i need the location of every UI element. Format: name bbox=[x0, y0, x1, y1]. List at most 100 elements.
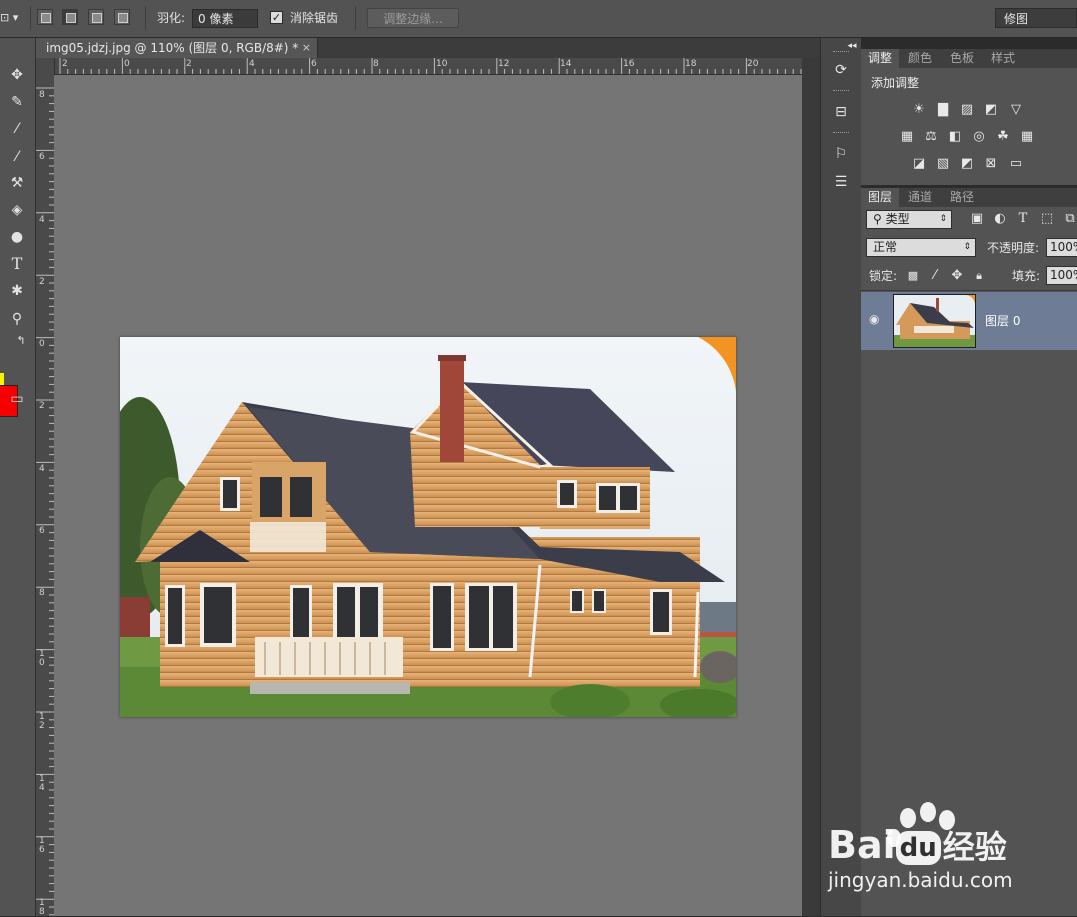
invert-icon[interactable]: ◪ bbox=[911, 157, 927, 171]
blend-mode-select[interactable]: 正常 ⇕ bbox=[866, 238, 976, 257]
screen-mode-icon[interactable]: ▭ bbox=[6, 388, 28, 410]
eyedropper-tool-icon[interactable]: ⁄ bbox=[6, 118, 28, 140]
color-balance-icon[interactable]: ⚖ bbox=[923, 130, 939, 144]
document-tab-title: img05.jdzj.jpg @ 110% (图层 0, RGB/8#) * bbox=[46, 41, 299, 55]
photo-filter-icon[interactable]: ◎ bbox=[971, 130, 987, 144]
adjustments-panel-tabs: 调整 颜色 色板 样式 bbox=[861, 49, 1077, 68]
tab-swatches[interactable]: 色板 bbox=[943, 49, 981, 68]
tool-presets-icon[interactable]: ☰ bbox=[831, 172, 851, 192]
history-icon[interactable]: ⟳ bbox=[831, 60, 851, 80]
tab-channels[interactable]: 通道 bbox=[901, 188, 939, 207]
ruler-label: 8 bbox=[39, 588, 45, 598]
lock-all-icon[interactable]: 🔒︎ bbox=[971, 269, 987, 283]
subtract-from-selection-button[interactable] bbox=[88, 9, 104, 25]
filter-image-icon[interactable]: ▣ bbox=[969, 212, 985, 226]
new-selection-button[interactable] bbox=[37, 9, 53, 25]
document-tab[interactable]: img05.jdzj.jpg @ 110% (图层 0, RGB/8#) * × bbox=[36, 38, 318, 58]
ruler-label: 1 0 bbox=[39, 649, 45, 668]
tool-preset-chevron-icon[interactable]: ⊡ ▾ bbox=[0, 8, 18, 28]
ruler-label: 1 6 bbox=[39, 836, 45, 855]
tab-layers[interactable]: 图层 bbox=[861, 188, 900, 207]
tab-styles[interactable]: 样式 bbox=[984, 49, 1022, 68]
layer-name[interactable]: 图层 0 bbox=[985, 312, 1020, 329]
ruler-label: 10 bbox=[436, 59, 448, 69]
ruler-label: 20 bbox=[747, 59, 759, 69]
properties-icon[interactable]: ⊟ bbox=[831, 102, 851, 122]
ruler-label: 4 bbox=[39, 215, 45, 225]
ruler-label: 2 bbox=[186, 59, 192, 69]
ruler-label: 2 bbox=[39, 277, 45, 287]
add-to-selection-button[interactable] bbox=[62, 9, 78, 25]
ruler-label: 16 bbox=[623, 59, 635, 69]
tab-adjustments[interactable]: 调整 bbox=[861, 49, 900, 68]
intersect-selection-button[interactable] bbox=[114, 9, 130, 25]
threshold-icon[interactable]: ◩ bbox=[959, 157, 975, 171]
brightness-contrast-icon[interactable]: ☀ bbox=[911, 103, 927, 117]
refine-edge-button[interactable]: 调整边缘... bbox=[367, 8, 459, 28]
drag-grip[interactable] bbox=[833, 132, 849, 135]
swap-colors-icon[interactable]: ↰ bbox=[10, 330, 32, 352]
paint-bucket-tool-icon[interactable]: ◈ bbox=[6, 199, 28, 221]
watermark-brand: Bai bbox=[828, 823, 896, 867]
levels-icon[interactable]: ▇ bbox=[935, 103, 951, 117]
baidu-jingyan-watermark: Bai du 经验 jingyan.baidu.com bbox=[828, 800, 1028, 900]
divider bbox=[861, 290, 1077, 291]
selective-color-icon[interactable]: ⊠ bbox=[983, 157, 999, 171]
watermark-brand-du: du bbox=[895, 830, 941, 865]
layer-row[interactable]: ◉ 图层 0 bbox=[861, 292, 1077, 350]
tab-paths[interactable]: 路径 bbox=[943, 188, 981, 207]
filter-adjustment-icon[interactable]: ◐ bbox=[992, 212, 1008, 226]
filter-type-icon[interactable]: T bbox=[1015, 212, 1031, 226]
chevron-updown-icon: ⇕ bbox=[963, 242, 971, 252]
watermark-url: jingyan.baidu.com bbox=[828, 868, 1013, 892]
drag-grip[interactable] bbox=[833, 51, 849, 54]
lock-image-pixels-icon[interactable]: ⁄ bbox=[927, 269, 943, 283]
drag-grip[interactable] bbox=[833, 90, 849, 93]
tab-color[interactable]: 颜色 bbox=[901, 49, 939, 68]
vibrance-icon[interactable]: ▽ bbox=[1008, 103, 1024, 117]
layer-thumbnail-image bbox=[894, 295, 975, 347]
custom-shape-tool-icon[interactable]: ✱ bbox=[6, 280, 28, 302]
filter-shape-icon[interactable]: ⬚ bbox=[1039, 212, 1055, 226]
brush-tool-icon[interactable]: ⁄ bbox=[6, 146, 28, 168]
fill-input[interactable]: 100% bbox=[1046, 266, 1077, 285]
horizontal-ruler: 2 0 2 4 6 8 10 12 14 16 18 20 bbox=[54, 58, 802, 75]
visibility-eye-icon[interactable]: ◉ bbox=[869, 312, 879, 326]
house-image[interactable] bbox=[120, 337, 736, 717]
fill-label: 填充: bbox=[1012, 269, 1041, 283]
ruler-label: 6 bbox=[311, 59, 317, 69]
lock-position-icon[interactable]: ✥ bbox=[949, 269, 965, 283]
move-tool-icon[interactable]: ✥ bbox=[6, 64, 28, 86]
curves-icon[interactable]: ▨ bbox=[959, 103, 975, 117]
ruler-label: 0 bbox=[124, 59, 130, 69]
posterize-icon[interactable]: ▧ bbox=[935, 157, 951, 171]
brush-presets-icon[interactable]: ⚐ bbox=[831, 144, 851, 164]
hue-saturation-icon[interactable]: ▦ bbox=[899, 130, 915, 144]
filter-kind-label: 类型 bbox=[885, 212, 910, 226]
channel-mixer-icon[interactable]: ☘ bbox=[995, 130, 1011, 144]
workspace-select[interactable]: 修图 bbox=[995, 8, 1077, 28]
close-icon[interactable]: × bbox=[302, 38, 311, 58]
black-white-icon[interactable]: ◧ bbox=[947, 130, 963, 144]
zoom-tool-icon[interactable]: ⚲ bbox=[6, 308, 28, 330]
lock-transparent-pixels-icon[interactable]: ▩ bbox=[905, 269, 921, 283]
exposure-icon[interactable]: ◩ bbox=[983, 103, 999, 117]
feather-input[interactable]: 0 像素 bbox=[192, 9, 258, 28]
quick-selection-tool-icon[interactable]: ✎ bbox=[6, 91, 28, 113]
divider bbox=[145, 6, 146, 30]
layer-filter-select[interactable]: ⚲ 类型 ⇕ bbox=[866, 210, 952, 229]
vertical-scrollbar[interactable] bbox=[802, 58, 820, 916]
opacity-input[interactable]: 100% bbox=[1046, 238, 1077, 257]
layers-panel-tabs: 图层 通道 路径 bbox=[861, 188, 1077, 207]
watermark-product: 经验 bbox=[942, 828, 1007, 866]
divider bbox=[355, 6, 356, 30]
gradient-map-icon[interactable]: ▭ bbox=[1008, 157, 1024, 171]
adjustments-title: 添加调整 bbox=[871, 76, 920, 90]
filter-smart-object-icon[interactable]: ⧉ bbox=[1062, 212, 1077, 226]
history-brush-tool-icon[interactable]: ⚒ bbox=[6, 172, 28, 194]
antialias-checkbox[interactable]: ✓ bbox=[270, 11, 283, 24]
ruler-label: 2 bbox=[39, 401, 45, 411]
color-lookup-icon[interactable]: ▦ bbox=[1019, 130, 1035, 144]
dodge-tool-icon[interactable]: ● bbox=[6, 226, 28, 248]
type-tool-icon[interactable]: T bbox=[6, 253, 28, 275]
